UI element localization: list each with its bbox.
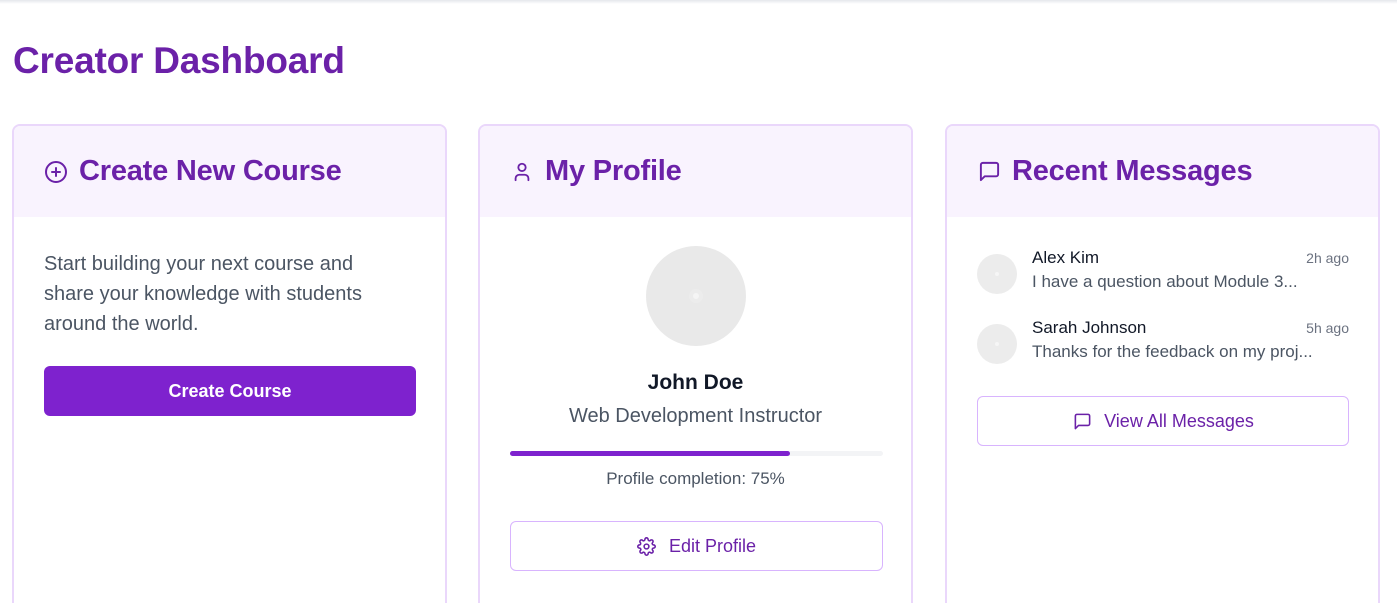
top-shadow — [0, 0, 1397, 4]
profile-name: John Doe — [647, 371, 744, 394]
card-title: Recent Messages — [1012, 155, 1253, 187]
view-all-messages-button[interactable]: View All Messages — [977, 396, 1349, 446]
card-title: My Profile — [545, 155, 682, 187]
message-item[interactable]: Alex Kim 2h ago I have a question about … — [977, 248, 1349, 298]
message-preview: Thanks for the feedback on my proj... — [1032, 342, 1313, 361]
message-square-icon — [1072, 411, 1092, 431]
messages-card: Recent Messages Alex Kim 2h ago I have a… — [945, 124, 1380, 603]
profile-role: Web Development Instructor — [568, 405, 823, 427]
profile-completion-text: Profile completion: 75% — [606, 469, 785, 488]
user-icon — [510, 160, 534, 184]
message-preview: I have a question about Module 3... — [1032, 272, 1298, 291]
message-square-icon — [977, 160, 1001, 184]
gear-icon — [637, 536, 657, 556]
card-description: Start building your next course and shar… — [44, 253, 362, 335]
edit-profile-button[interactable]: Edit Profile — [510, 521, 883, 571]
avatar — [646, 246, 746, 346]
edit-profile-label: Edit Profile — [668, 535, 757, 556]
profile-completion-fill — [510, 451, 790, 456]
message-item[interactable]: Sarah Johnson 5h ago Thanks for the feed… — [977, 318, 1349, 368]
view-all-messages-label: View All Messages — [1104, 410, 1254, 431]
card-title: Create New Course — [79, 155, 342, 187]
card-header: My Profile — [480, 126, 911, 217]
create-course-button[interactable]: Create Course — [44, 366, 416, 416]
message-sender: Sarah Johnson — [1032, 318, 1147, 337]
avatar — [977, 324, 1017, 364]
avatar — [977, 254, 1017, 294]
page-title: Creator Dashboard — [13, 40, 345, 81]
message-time: 5h ago — [1306, 320, 1349, 336]
plus-circle-icon — [44, 160, 68, 184]
message-time: 2h ago — [1306, 250, 1349, 266]
profile-card: My Profile John Doe Web Development Inst… — [478, 124, 913, 603]
card-header: Recent Messages — [947, 126, 1378, 217]
card-header: Create New Course — [14, 126, 445, 217]
profile-completion-bar — [510, 451, 883, 456]
message-sender: Alex Kim — [1032, 248, 1100, 267]
create-course-card: Create New Course Start building your ne… — [12, 124, 447, 603]
